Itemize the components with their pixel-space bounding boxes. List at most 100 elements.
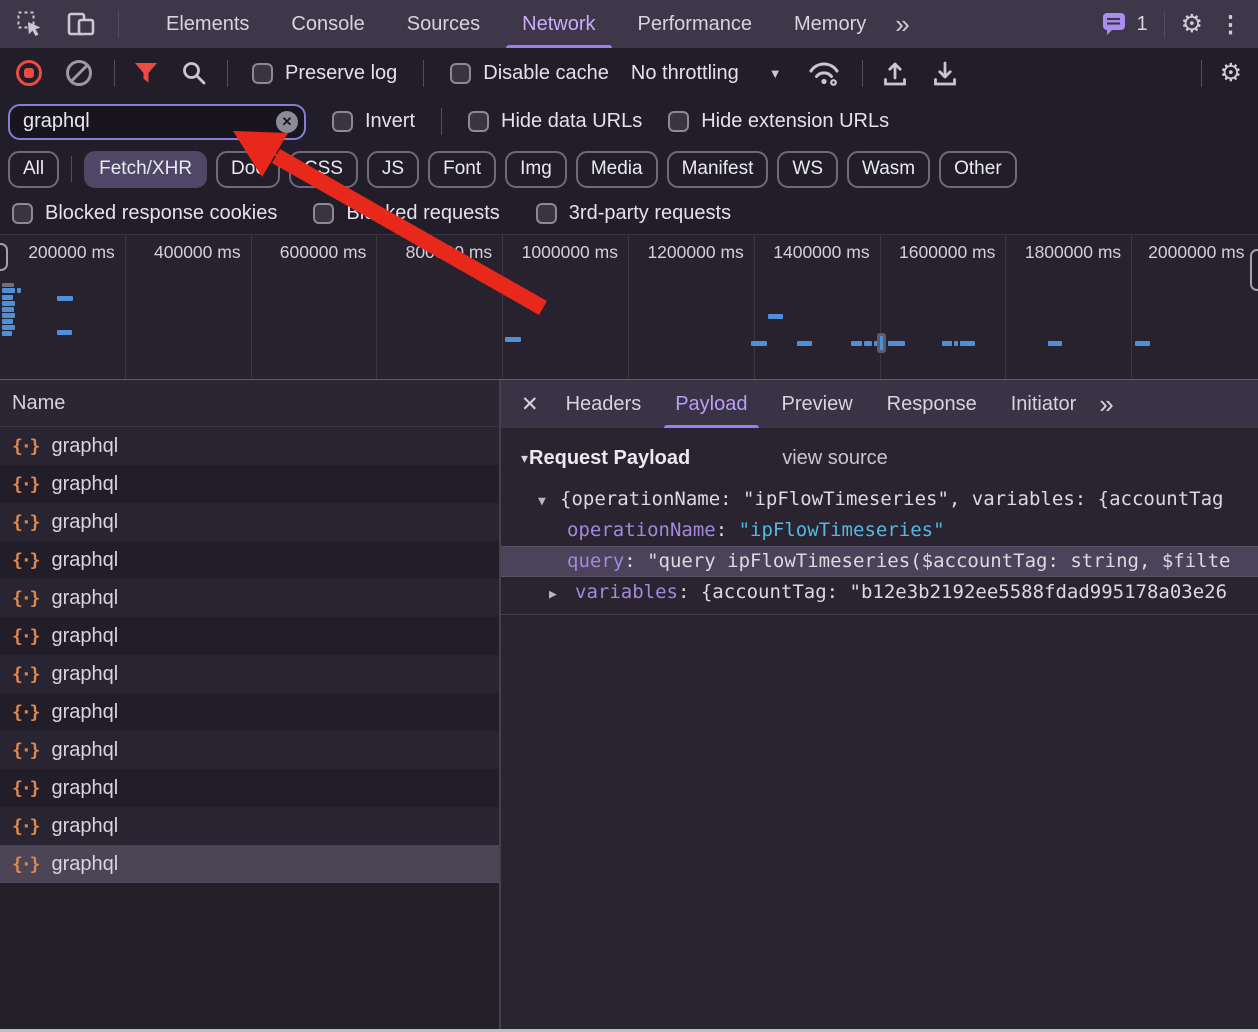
details-tab-payload[interactable]: Payload — [658, 380, 764, 428]
kebab-menu-icon[interactable]: ⋮ — [1219, 13, 1242, 36]
overview-tick-label: 1000000 ms — [503, 235, 629, 379]
overview-request-bar — [960, 341, 975, 346]
filter-chip-fetch-xhr[interactable]: Fetch/XHR — [84, 151, 207, 188]
name-column-header[interactable]: Name — [0, 380, 499, 427]
filter-funnel-icon[interactable] — [133, 61, 159, 85]
request-row[interactable]: {·}graphql — [0, 427, 499, 465]
details-tab-initiator[interactable]: Initiator — [994, 380, 1094, 428]
payload-variables-row[interactable]: ▶variables: {accountTag: "b12e3b2192ee55… — [501, 577, 1258, 608]
request-row[interactable]: {·}graphql — [0, 693, 499, 731]
json-request-icon: {·} — [12, 512, 39, 533]
checkbox-icon[interactable] — [450, 63, 471, 84]
tab-sources[interactable]: Sources — [386, 0, 501, 48]
more-details-tabs-icon[interactable]: » — [1099, 391, 1111, 417]
tab-network[interactable]: Network — [501, 0, 616, 48]
request-name: graphql — [52, 853, 119, 876]
request-row[interactable]: {·}graphql — [0, 579, 499, 617]
checkbox-label: Disable cache — [483, 62, 609, 85]
inspect-element-icon[interactable] — [16, 10, 44, 38]
overview-request-bar — [17, 288, 21, 293]
tab-elements[interactable]: Elements — [145, 0, 270, 48]
request-row[interactable]: {·}graphql — [0, 617, 499, 655]
blocked-response-cookies-checkbox[interactable]: Blocked response cookies — [12, 202, 277, 225]
request-name: graphql — [52, 815, 119, 838]
settings-gear-icon[interactable]: ⚙ — [1181, 12, 1203, 37]
toolbar-divider — [1201, 60, 1202, 87]
blocked-requests-checkbox[interactable]: Blocked requests — [313, 202, 499, 225]
preserve-log-checkbox[interactable]: Preserve log — [252, 62, 397, 85]
checkbox-icon[interactable] — [12, 203, 33, 224]
filter-chip-font[interactable]: Font — [428, 151, 496, 188]
more-panels-icon[interactable]: » — [895, 11, 907, 37]
import-har-icon[interactable] — [881, 59, 909, 87]
filter-chip-ws[interactable]: WS — [777, 151, 838, 188]
filter-chip-manifest[interactable]: Manifest — [667, 151, 769, 188]
request-row[interactable]: {·}graphql — [0, 541, 499, 579]
search-icon[interactable] — [181, 60, 207, 86]
checkbox-icon[interactable] — [536, 203, 557, 224]
filter-chip-doc[interactable]: Doc — [216, 151, 280, 188]
invert-checkbox[interactable]: Invert — [332, 110, 415, 133]
request-row[interactable]: {·}graphql — [0, 731, 499, 769]
checkbox-icon[interactable] — [468, 111, 489, 132]
payload-root-row[interactable]: ▼{operationName: "ipFlowTimeseries", var… — [501, 484, 1258, 515]
export-har-icon[interactable] — [931, 59, 959, 87]
filter-chip-js[interactable]: JS — [367, 151, 419, 188]
request-row[interactable]: {·}graphql — [0, 465, 499, 503]
clear-filter-icon[interactable]: ✕ — [276, 111, 298, 133]
disable-cache-checkbox[interactable]: Disable cache — [450, 62, 609, 85]
overview-selected-marker[interactable] — [877, 333, 886, 353]
details-tab-headers[interactable]: Headers — [549, 380, 659, 428]
hide-data-urls-checkbox[interactable]: Hide data URLs — [468, 110, 642, 133]
throttling-dropdown[interactable]: No throttling ▼ — [631, 62, 782, 85]
json-request-icon: {·} — [12, 588, 39, 609]
checkbox-label: Hide extension URLs — [701, 110, 889, 133]
request-row[interactable]: {·}graphql — [0, 845, 499, 883]
checkbox-icon[interactable] — [252, 63, 273, 84]
checkbox-icon[interactable] — [313, 203, 334, 224]
checkbox-icon[interactable] — [332, 111, 353, 132]
clear-log-button[interactable] — [66, 60, 92, 86]
toolbar-divider — [862, 60, 863, 87]
tab-memory[interactable]: Memory — [773, 0, 887, 48]
toolbar-divider — [423, 60, 424, 87]
tab-console[interactable]: Console — [270, 0, 385, 48]
payload-operation-row[interactable]: operationName: "ipFlowTimeseries" — [501, 515, 1258, 546]
details-tab-response[interactable]: Response — [870, 380, 994, 428]
payload-query-row-selected[interactable]: query: "query ipFlowTimeseries($accountT… — [501, 546, 1258, 577]
filter-chip-img[interactable]: Img — [505, 151, 567, 188]
3rd-party-requests-checkbox[interactable]: 3rd-party requests — [536, 202, 731, 225]
request-row[interactable]: {·}graphql — [0, 655, 499, 693]
network-settings-gear-icon[interactable]: ⚙ — [1220, 61, 1242, 86]
checkbox-icon[interactable] — [668, 111, 689, 132]
overview-request-bar — [864, 341, 872, 346]
overview-handle-left[interactable] — [0, 243, 8, 271]
overview-handle-right[interactable] — [1250, 249, 1258, 291]
filter-chip-media[interactable]: Media — [576, 151, 658, 188]
collapsed-triangle-icon[interactable]: ▶ — [549, 579, 575, 608]
expanded-triangle-icon[interactable]: ▼ — [538, 486, 560, 515]
tab-performance[interactable]: Performance — [617, 0, 774, 48]
filter-input[interactable] — [8, 104, 306, 140]
section-triangle-icon[interactable]: ▾ — [521, 450, 528, 467]
record-button[interactable] — [16, 60, 42, 86]
view-source-link[interactable]: view source — [782, 447, 888, 470]
filter-chip-all[interactable]: All — [8, 151, 59, 188]
device-toolbar-icon[interactable] — [66, 11, 98, 38]
request-row[interactable]: {·}graphql — [0, 769, 499, 807]
request-row[interactable]: {·}graphql — [0, 503, 499, 541]
request-row[interactable]: {·}graphql — [0, 807, 499, 845]
filter-chip-wasm[interactable]: Wasm — [847, 151, 930, 188]
overview-tick-label: 2000000 ms — [1132, 235, 1258, 379]
close-details-icon[interactable]: ✕ — [521, 392, 539, 417]
issues-badge[interactable]: 1 — [1101, 11, 1147, 37]
details-tab-preview[interactable]: Preview — [765, 380, 870, 428]
details-tab-bar: ✕ HeadersPayloadPreviewResponseInitiator… — [501, 380, 1258, 428]
overview-request-bar — [2, 283, 14, 287]
overview-timeline[interactable]: 200000 ms400000 ms600000 ms800000 ms1000… — [0, 234, 1258, 381]
filter-chip-css[interactable]: CSS — [289, 151, 358, 188]
request-name: graphql — [52, 663, 119, 686]
hide-extension-urls-checkbox[interactable]: Hide extension URLs — [668, 110, 889, 133]
network-conditions-icon[interactable] — [806, 58, 842, 88]
filter-chip-other[interactable]: Other — [939, 151, 1017, 188]
